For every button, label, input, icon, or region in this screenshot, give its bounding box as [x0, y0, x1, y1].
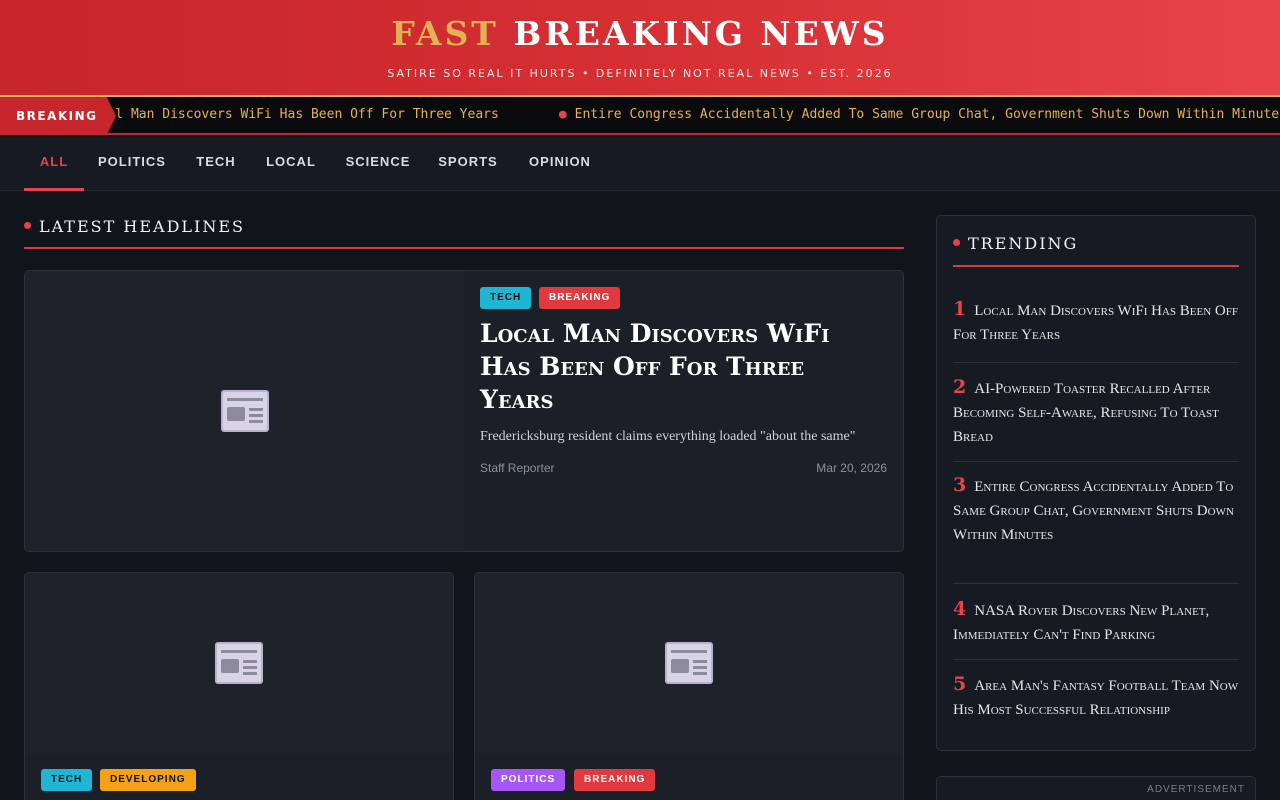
- trending-item[interactable]: 1 Local Man Discovers WiFi Has Been Off F…: [953, 298, 1239, 363]
- article-image[interactable]: [475, 573, 903, 753]
- latest-headlines-heading: LATEST HEADLINES: [24, 217, 245, 236]
- newspaper-icon: [215, 642, 263, 684]
- tag-tech[interactable]: TECH: [480, 287, 532, 309]
- ticker-label: BREAKING: [0, 97, 116, 133]
- trending-rank: 4: [953, 598, 967, 620]
- site-title-accent: FAST: [391, 14, 499, 53]
- heading-dot-icon: [24, 222, 31, 229]
- featured-headline[interactable]: Local Man Discovers WiFi Has Been Off Fo…: [480, 317, 880, 416]
- trending-rank: 5: [953, 673, 967, 695]
- featured-date: Mar 20, 2026: [816, 461, 887, 475]
- trending-title: TRENDING: [968, 234, 1079, 253]
- site-tagline: SATIRE SO REAL IT HURTS • DEFINITELY NOT…: [387, 67, 893, 80]
- trending-sidebar: TRENDING 1 Local Man Discovers WiFi Has B…: [936, 215, 1256, 751]
- trending-headline[interactable]: Area Man's Fantasy Football Team Now His…: [953, 678, 1238, 718]
- newspaper-icon: [220, 390, 269, 432]
- trending-headline[interactable]: Entire Congress Accidentally Added To Sa…: [953, 479, 1234, 543]
- tag-breaking[interactable]: BREAKING: [539, 287, 621, 309]
- latest-headlines-rule: [24, 247, 904, 249]
- site-title-rest: BREAKING NEWS: [513, 14, 889, 53]
- tag-breaking[interactable]: BREAKING: [574, 769, 656, 791]
- featured-summary: Fredericksburg resident claims everythin…: [480, 429, 856, 444]
- trending-item[interactable]: 5 Area Man's Fantasy Football Team Now Hi…: [953, 673, 1239, 735]
- tag-tech[interactable]: TECH: [41, 769, 93, 791]
- trending-rule: [953, 265, 1239, 267]
- breaking-ticker: Local Man Discovers WiFi Has Been Off Fo…: [0, 97, 1280, 135]
- trending-heading: TRENDING: [953, 234, 1078, 253]
- site-title[interactable]: FAST BREAKING NEWS: [0, 14, 1280, 53]
- tag-politics[interactable]: POLITICS: [491, 769, 566, 791]
- ticker-track: Local Man Discovers WiFi Has Been Off Fo…: [84, 107, 1280, 122]
- article-image[interactable]: [25, 573, 453, 753]
- article-card[interactable]: POLITICS BREAKING: [474, 572, 904, 800]
- advertisement-box[interactable]: ADVERTISEMENT: [936, 776, 1256, 800]
- featured-article-card[interactable]: TECH BREAKING Local Man Discovers WiFi H…: [24, 270, 904, 552]
- trending-item[interactable]: 4 NASA Rover Discovers New Planet, Immedi…: [953, 598, 1239, 660]
- trending-headline[interactable]: NASA Rover Discovers New Planet, Immedia…: [953, 603, 1209, 643]
- nav-tab-tech[interactable]: TECH: [190, 137, 242, 191]
- featured-article-image[interactable]: [25, 271, 464, 551]
- nav-tab-sports[interactable]: SPORTS: [434, 137, 502, 191]
- category-nav: ALL POLITICS TECH LOCAL SCIENCE SPORTS O…: [0, 137, 1280, 191]
- trending-item[interactable]: 2 AI-Powered Toaster Recalled After Becom…: [953, 376, 1239, 462]
- ticker-item[interactable]: Entire Congress Accidentally Added To Sa…: [575, 107, 1280, 122]
- latest-headlines-title: LATEST HEADLINES: [39, 217, 245, 236]
- trending-headline[interactable]: AI-Powered Toaster Recalled After Becomi…: [953, 381, 1219, 445]
- advertisement-label: ADVERTISEMENT: [1147, 784, 1245, 795]
- nav-tab-opinion[interactable]: OPINION: [522, 137, 598, 191]
- tag-developing[interactable]: DEVELOPING: [100, 769, 196, 791]
- article-card[interactable]: TECH DEVELOPING: [24, 572, 454, 800]
- newspaper-icon: [665, 642, 713, 684]
- ticker-separator-dot: ●: [558, 107, 567, 122]
- trending-rank: 3: [953, 474, 967, 496]
- trending-rank: 2: [953, 376, 967, 398]
- ticker-item[interactable]: Local Man Discovers WiFi Has Been Off Fo…: [84, 107, 499, 122]
- nav-tab-local[interactable]: LOCAL: [262, 137, 320, 191]
- trending-rank: 1: [953, 298, 967, 320]
- masthead: FAST BREAKING NEWS SATIRE SO REAL IT HUR…: [0, 0, 1280, 95]
- trending-item[interactable]: 3 Entire Congress Accidentally Added To S…: [953, 474, 1239, 584]
- nav-tab-politics[interactable]: POLITICS: [92, 137, 172, 191]
- heading-dot-icon: [953, 239, 960, 246]
- featured-author: Staff Reporter: [480, 461, 555, 475]
- trending-headline[interactable]: Local Man Discovers WiFi Has Been Off Fo…: [953, 303, 1238, 343]
- nav-tab-all[interactable]: ALL: [24, 137, 84, 191]
- nav-tab-science[interactable]: SCIENCE: [340, 137, 416, 191]
